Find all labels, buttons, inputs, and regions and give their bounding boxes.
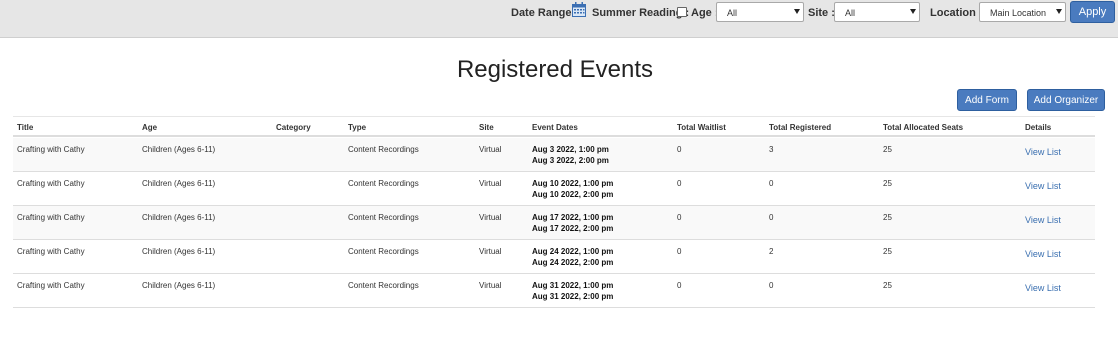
header-total-registered: Total Registered bbox=[769, 123, 832, 132]
cell-type: Content Recordings bbox=[348, 145, 419, 154]
cell-title: Crafting with Cathy bbox=[17, 247, 85, 256]
header-total-waitlist: Total Waitlist bbox=[677, 123, 726, 132]
header-total-allocated-seats: Total Allocated Seats bbox=[883, 123, 964, 132]
header-event-dates: Event Dates bbox=[532, 123, 578, 132]
cell-seats: 25 bbox=[883, 247, 892, 256]
cell-seats: 25 bbox=[883, 281, 892, 290]
cell-registered: 2 bbox=[769, 247, 774, 256]
cell-title: Crafting with Cathy bbox=[17, 145, 85, 154]
page-title: Registered Events bbox=[456, 56, 654, 83]
event-start: Aug 3 2022, 1:00 pm bbox=[532, 145, 609, 154]
view-list-link[interactable]: View List bbox=[1025, 181, 1061, 191]
filter-bar: Date Range : Summer Reading : Age : All … bbox=[0, 0, 1118, 38]
cell-event-dates: Aug 3 2022, 1:00 pm Aug 3 2022, 2:00 pm bbox=[532, 144, 609, 166]
cell-title: Crafting with Cathy bbox=[17, 179, 85, 188]
cell-registered: 0 bbox=[769, 213, 774, 222]
add-organizer-button[interactable]: Add Organizer bbox=[1027, 89, 1105, 111]
cell-age: Children (Ages 6-11) bbox=[142, 281, 216, 290]
event-end: Aug 3 2022, 2:00 pm bbox=[532, 156, 609, 165]
table-row: Crafting with Cathy Children (Ages 6-11)… bbox=[13, 274, 1095, 308]
cell-title: Crafting with Cathy bbox=[17, 213, 85, 222]
view-list-link[interactable]: View List bbox=[1025, 283, 1061, 293]
cell-seats: 25 bbox=[883, 145, 892, 154]
event-start: Aug 31 2022, 1:00 pm bbox=[532, 281, 614, 290]
cell-type: Content Recordings bbox=[348, 281, 419, 290]
header-category: Category bbox=[276, 123, 311, 132]
cell-waitlist: 0 bbox=[677, 213, 682, 222]
apply-button[interactable]: Apply bbox=[1070, 1, 1115, 23]
cell-event-dates: Aug 24 2022, 1:00 pm Aug 24 2022, 2:00 p… bbox=[532, 246, 613, 268]
chevron-down-icon bbox=[794, 9, 800, 14]
site-select[interactable]: All bbox=[834, 2, 920, 22]
location-select-value: Main Location bbox=[990, 8, 1047, 18]
site-label: Site : bbox=[808, 7, 835, 19]
header-title: Title bbox=[17, 123, 34, 132]
cell-site: Virtual bbox=[479, 145, 502, 154]
cell-title: Crafting with Cathy bbox=[17, 281, 85, 290]
summer-reading-label: Summer Reading : bbox=[592, 7, 690, 19]
event-start: Aug 24 2022, 1:00 pm bbox=[532, 247, 614, 256]
cell-age: Children (Ages 6-11) bbox=[142, 145, 216, 154]
cell-site: Virtual bbox=[479, 247, 502, 256]
event-end: Aug 24 2022, 2:00 pm bbox=[532, 258, 614, 267]
cell-age: Children (Ages 6-11) bbox=[142, 247, 216, 256]
view-list-link[interactable]: View List bbox=[1025, 215, 1061, 225]
header-age: Age bbox=[142, 123, 158, 132]
header-site: Site bbox=[479, 123, 494, 132]
table-row: Crafting with Cathy Children (Ages 6-11)… bbox=[13, 240, 1095, 274]
cell-waitlist: 0 bbox=[677, 247, 682, 256]
chevron-down-icon bbox=[1056, 9, 1062, 14]
cell-waitlist: 0 bbox=[677, 179, 682, 188]
age-label: Age : bbox=[691, 7, 719, 19]
cell-waitlist: 0 bbox=[677, 281, 682, 290]
site-select-value: All bbox=[845, 8, 856, 18]
cell-waitlist: 0 bbox=[677, 145, 682, 154]
cell-registered: 0 bbox=[769, 179, 774, 188]
cell-seats: 25 bbox=[883, 179, 892, 188]
cell-registered: 3 bbox=[769, 145, 774, 154]
table-row: Crafting with Cathy Children (Ages 6-11)… bbox=[13, 172, 1095, 206]
cell-type: Content Recordings bbox=[348, 179, 419, 188]
age-select[interactable]: All bbox=[716, 2, 804, 22]
calendar-icon[interactable] bbox=[572, 2, 586, 17]
view-list-link[interactable]: View List bbox=[1025, 249, 1061, 259]
age-select-value: All bbox=[727, 8, 738, 18]
event-end: Aug 17 2022, 2:00 pm bbox=[532, 224, 614, 233]
cell-registered: 0 bbox=[769, 281, 774, 290]
cell-type: Content Recordings bbox=[348, 247, 419, 256]
summer-reading-checkbox[interactable] bbox=[677, 7, 687, 17]
cell-seats: 25 bbox=[883, 213, 892, 222]
chevron-down-icon bbox=[910, 9, 916, 14]
table-header: Title Age Category Type Site Event Dates… bbox=[13, 116, 1095, 137]
location-label: Location : bbox=[930, 7, 983, 19]
table-row: Crafting with Cathy Children (Ages 6-11)… bbox=[13, 138, 1095, 172]
cell-site: Virtual bbox=[479, 281, 502, 290]
table-row: Crafting with Cathy Children (Ages 6-11)… bbox=[13, 206, 1095, 240]
event-end: Aug 31 2022, 2:00 pm bbox=[532, 292, 614, 301]
header-type: Type bbox=[348, 123, 367, 132]
date-range-label: Date Range : bbox=[511, 7, 579, 19]
cell-type: Content Recordings bbox=[348, 213, 419, 222]
cell-event-dates: Aug 10 2022, 1:00 pm Aug 10 2022, 2:00 p… bbox=[532, 178, 613, 200]
event-end: Aug 10 2022, 2:00 pm bbox=[532, 190, 614, 199]
event-start: Aug 10 2022, 1:00 pm bbox=[532, 179, 614, 188]
cell-site: Virtual bbox=[479, 213, 502, 222]
add-form-button[interactable]: Add Form bbox=[957, 89, 1017, 111]
event-start: Aug 17 2022, 1:00 pm bbox=[532, 213, 614, 222]
cell-site: Virtual bbox=[479, 179, 502, 188]
cell-event-dates: Aug 31 2022, 1:00 pm Aug 31 2022, 2:00 p… bbox=[532, 280, 613, 302]
header-details: Details bbox=[1025, 123, 1052, 132]
cell-age: Children (Ages 6-11) bbox=[142, 179, 216, 188]
location-select[interactable]: Main Location bbox=[979, 2, 1066, 22]
cell-event-dates: Aug 17 2022, 1:00 pm Aug 17 2022, 2:00 p… bbox=[532, 212, 613, 234]
cell-age: Children (Ages 6-11) bbox=[142, 213, 216, 222]
view-list-link[interactable]: View List bbox=[1025, 147, 1061, 157]
